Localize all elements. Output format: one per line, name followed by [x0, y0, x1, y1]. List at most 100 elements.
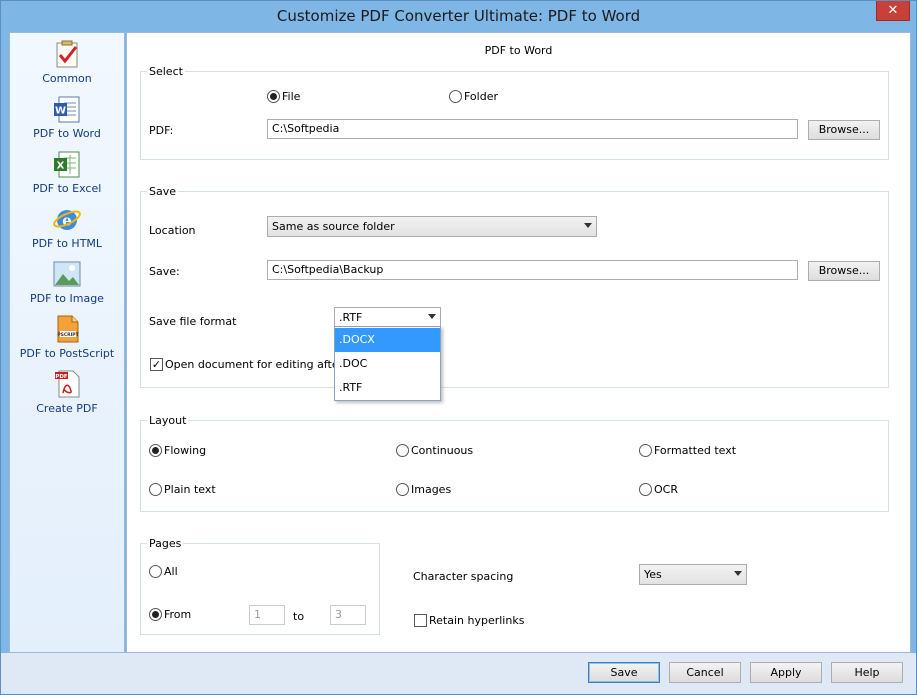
format-label: Save file format: [149, 315, 237, 328]
close-button[interactable]: ✕: [876, 1, 910, 21]
location-select[interactable]: Same as source folder: [267, 216, 597, 237]
chevron-down-icon: [428, 314, 436, 319]
formatted-text-label: Formatted text: [654, 443, 737, 457]
sidebar-item-pdf-to-excel[interactable]: X PDF to Excel: [10, 149, 124, 201]
sidebar-item-pdf-to-postscript[interactable]: PSCRIPT PDF to PostScript: [10, 314, 124, 366]
window-title: Customize PDF Converter Ultimate: PDF to…: [276, 7, 641, 25]
excel-document-icon: X: [54, 151, 80, 178]
chevron-down-icon: [734, 571, 742, 576]
pages-legend: Pages: [149, 537, 182, 550]
dialog-window: Customize PDF Converter Ultimate: PDF to…: [0, 0, 917, 695]
layout-group: Layout: [140, 414, 889, 512]
close-icon: ✕: [887, 3, 899, 18]
svg-text:PSCRIPT: PSCRIPT: [57, 332, 79, 338]
save-path-label: Save:: [149, 265, 180, 278]
continuous-radio[interactable]: Continuous: [396, 443, 473, 457]
file-radio[interactable]: File: [267, 89, 300, 103]
location-select-value: Same as source folder: [272, 220, 395, 233]
retain-hyperlinks-checkbox[interactable]: Retain hyperlinks: [414, 613, 524, 627]
flowing-radio[interactable]: Flowing: [149, 443, 206, 457]
folder-radio-dot[interactable]: [449, 89, 462, 103]
continuous-radio-dot[interactable]: [396, 443, 409, 457]
format-option[interactable]: .DOC: [335, 352, 440, 376]
layout-legend: Layout: [149, 414, 187, 427]
folder-radio-label: Folder: [464, 89, 498, 103]
from-page-input[interactable]: 1: [249, 605, 285, 625]
retain-hyperlinks-label: Retain hyperlinks: [429, 613, 525, 627]
svg-text:PDF: PDF: [55, 374, 68, 380]
images-radio-dot[interactable]: [396, 482, 409, 496]
sidebar-item-label: PDF to PostScript: [19, 347, 115, 360]
images-label: Images: [411, 482, 452, 496]
sidebar-item-pdf-to-image[interactable]: PDF to Image: [10, 259, 124, 311]
word-document-icon: W: [54, 96, 80, 123]
apply-button[interactable]: Apply: [750, 662, 822, 683]
sidebar-item-label: Common: [42, 72, 92, 85]
sidebar-item-label: Create PDF: [36, 402, 98, 415]
pdf-label: PDF:: [149, 124, 174, 137]
svg-text:W: W: [55, 106, 66, 117]
sidebar-item-label: PDF to HTML: [31, 237, 103, 250]
plain-text-radio-dot[interactable]: [149, 482, 162, 496]
cancel-button[interactable]: Cancel: [669, 662, 741, 683]
select-group: Select: [140, 65, 889, 160]
pdf-document-icon: PDF: [55, 370, 80, 398]
flowing-label: Flowing: [164, 443, 207, 457]
to-label: to: [293, 610, 305, 623]
images-radio[interactable]: Images: [396, 482, 451, 496]
all-pages-radio-dot[interactable]: [149, 564, 162, 578]
format-select-value: .RTF: [339, 311, 363, 324]
flowing-radio-dot[interactable]: [149, 443, 162, 457]
format-dropdown-list: .DOCX .DOC .RTF: [334, 326, 441, 401]
from-pages-label: From: [164, 607, 192, 621]
format-select[interactable]: .RTF: [334, 307, 441, 328]
select-legend: Select: [149, 65, 183, 78]
to-page-input[interactable]: 3: [330, 605, 366, 625]
open-document-checkbox[interactable]: ✓ Open document for editing after co: [150, 357, 359, 371]
location-label: Location: [149, 224, 196, 237]
check-icon[interactable]: ✓: [150, 357, 163, 371]
sidebar: Common W PDF to Word X PDF to Excel e PD…: [9, 32, 125, 653]
pdf-path-input[interactable]: C:\Softpedia: [267, 119, 798, 139]
sidebar-item-pdf-to-html[interactable]: e PDF to HTML: [10, 204, 124, 256]
character-spacing-select[interactable]: Yes: [639, 564, 747, 585]
all-pages-label: All: [164, 564, 178, 578]
page-title: PDF to Word: [484, 44, 553, 57]
format-option[interactable]: .RTF: [335, 376, 440, 400]
sidebar-item-common[interactable]: Common: [10, 39, 124, 91]
svg-text:X: X: [57, 161, 65, 172]
save-button[interactable]: Save: [588, 662, 660, 683]
format-option[interactable]: .DOCX: [335, 328, 440, 352]
from-pages-radio-dot[interactable]: [149, 607, 162, 621]
postscript-icon: PSCRIPT: [57, 315, 80, 343]
ocr-radio-dot[interactable]: [639, 482, 652, 496]
sidebar-item-pdf-to-word[interactable]: W PDF to Word: [10, 94, 124, 146]
retain-hyperlinks-box[interactable]: [414, 613, 427, 627]
all-pages-radio[interactable]: All: [149, 564, 178, 578]
sidebar-item-create-pdf[interactable]: PDF Create PDF: [10, 369, 124, 421]
open-document-label: Open document for editing after co: [165, 357, 360, 371]
folder-radio[interactable]: Folder: [449, 89, 498, 103]
sidebar-item-label: PDF to Image: [30, 292, 104, 305]
formatted-text-radio-dot[interactable]: [639, 443, 652, 457]
from-pages-radio[interactable]: From: [149, 607, 191, 621]
sidebar-item-label: PDF to Word: [33, 127, 101, 140]
chevron-down-icon: [584, 223, 592, 228]
continuous-label: Continuous: [411, 443, 474, 457]
file-radio-label: File: [282, 89, 301, 103]
checklist-icon: [56, 40, 78, 68]
character-spacing-value: Yes: [644, 568, 662, 581]
save-path-input[interactable]: C:\Softpedia\Backup: [267, 260, 798, 280]
plain-text-radio[interactable]: Plain text: [149, 482, 216, 496]
character-spacing-label: Character spacing: [413, 570, 514, 583]
ocr-label: OCR: [654, 482, 678, 496]
sidebar-item-label: PDF to Excel: [32, 182, 102, 195]
formatted-text-radio[interactable]: Formatted text: [639, 443, 736, 457]
ocr-radio[interactable]: OCR: [639, 482, 678, 496]
image-icon: [53, 261, 81, 287]
help-button[interactable]: Help: [831, 662, 903, 683]
pdf-browse-button[interactable]: Browse...: [808, 120, 880, 140]
save-browse-button[interactable]: Browse...: [808, 261, 880, 281]
file-radio-dot[interactable]: [267, 89, 280, 103]
internet-explorer-icon: e: [53, 210, 81, 230]
